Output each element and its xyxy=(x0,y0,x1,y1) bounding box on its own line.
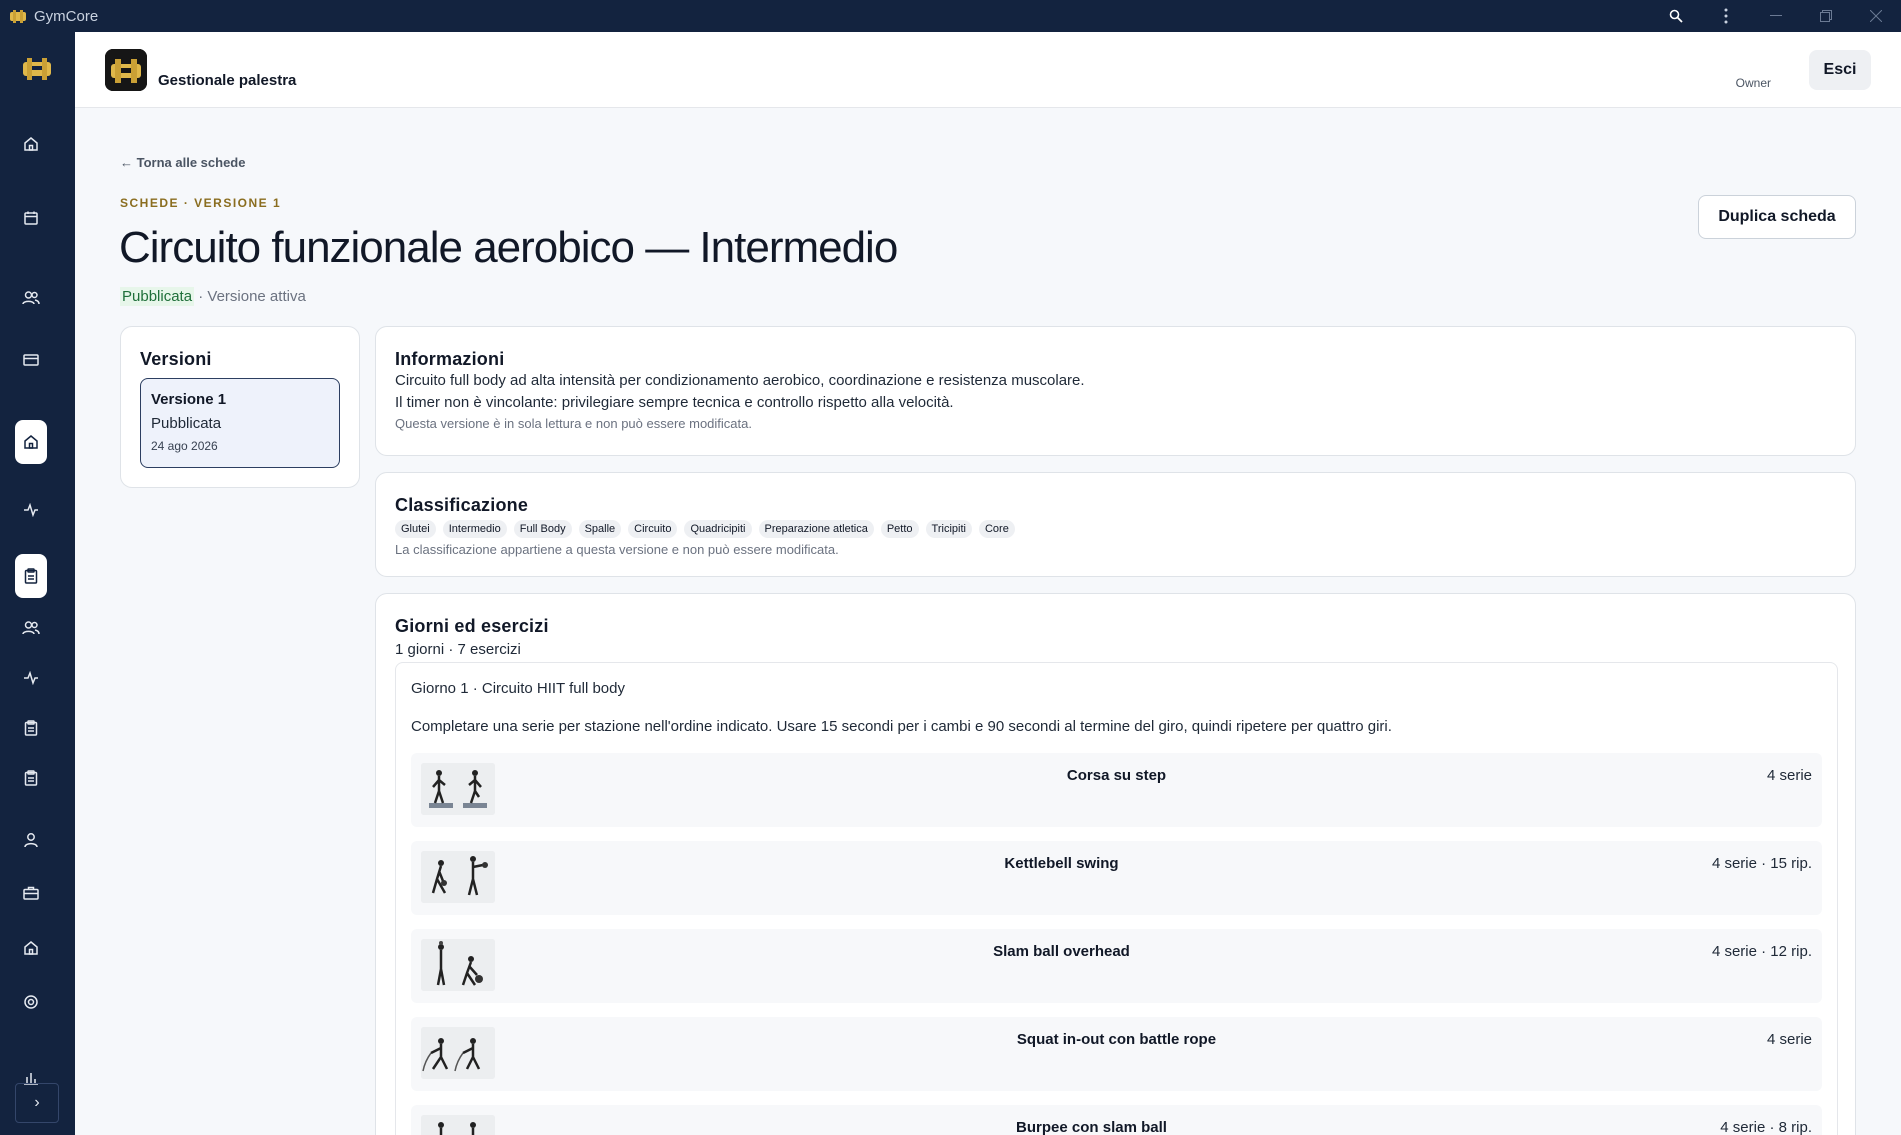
home-icon[interactable] xyxy=(15,420,47,464)
info-line: Circuito full body ad alta intensità per… xyxy=(395,372,1085,389)
settings-icon[interactable] xyxy=(15,986,47,1018)
app-header: Gestionale palestra Owner Esci xyxy=(75,32,1901,108)
users-icon[interactable] xyxy=(15,612,47,644)
days-summary: 1 giorni · 7 esercizi xyxy=(395,641,521,658)
duplicate-schedule-button[interactable]: Duplica scheda xyxy=(1698,195,1856,239)
version-status: Pubblicata xyxy=(151,415,222,432)
tag: Tricipiti xyxy=(925,520,972,538)
users-icon[interactable] xyxy=(15,282,47,314)
close-icon[interactable] xyxy=(1851,0,1901,32)
credit-card-icon[interactable] xyxy=(15,344,47,376)
activity-icon[interactable] xyxy=(15,494,47,526)
tag: Circuito xyxy=(628,520,678,538)
exercise-name: Kettlebell swing xyxy=(1004,855,1119,872)
dumbbell-logo-icon xyxy=(10,10,26,23)
version-title: Versione 1 xyxy=(151,391,227,408)
exercise-name: Burpee con slam ball xyxy=(1016,1119,1167,1135)
sidebar: › xyxy=(0,32,75,1135)
minimize-icon[interactable] xyxy=(1751,0,1801,32)
info-card: Informazioni Circuito full body ad alta … xyxy=(375,326,1856,456)
user-role: Owner xyxy=(1735,76,1771,90)
exercise-name: Slam ball overhead xyxy=(993,943,1130,960)
version-date: 24 ago 2026 xyxy=(151,439,218,453)
tag: Petto xyxy=(880,520,919,538)
status-line: Pubblicata · Versione attiva xyxy=(120,287,306,306)
versions-card: Versioni Versione 1 Pubblicata 24 ago 20… xyxy=(120,326,360,488)
more-vertical-icon[interactable] xyxy=(1701,0,1751,32)
expand-sidebar-button[interactable]: › xyxy=(15,1083,59,1123)
window-title: GymCore xyxy=(34,7,99,25)
clipboard-icon[interactable] xyxy=(15,554,47,598)
classification-heading: Classificazione xyxy=(395,495,529,515)
tag: Glutei xyxy=(395,520,436,538)
exercise-row[interactable]: Burpee con slam ball 4 serie · 8 rip. xyxy=(411,1105,1822,1135)
exercise-meta: 4 serie · 15 rip. xyxy=(1711,855,1812,872)
day-panel: Giorno 1 · Circuito HIIT full body Compl… xyxy=(395,662,1838,1135)
tag: Preparazione atletica xyxy=(758,520,874,538)
exercise-meta: 4 serie · 8 rip. xyxy=(1720,1119,1812,1135)
clipboard-icon[interactable] xyxy=(15,762,47,794)
exercise-row[interactable]: Slam ball overhead 4 serie · 12 rip. xyxy=(411,929,1822,1003)
clipboard-icon[interactable] xyxy=(15,712,47,744)
exercise-row[interactable]: Squat in-out con battle rope 4 serie xyxy=(411,1017,1822,1091)
home-icon[interactable] xyxy=(15,128,47,160)
breadcrumb: SCHEDE · VERSIONE 1 xyxy=(120,196,282,210)
dumbbell-logo-icon xyxy=(105,49,147,91)
restore-icon[interactable] xyxy=(1801,0,1851,32)
status-badge: Pubblicata xyxy=(120,287,195,306)
activity-icon[interactable] xyxy=(15,662,47,694)
tag: Intermedio xyxy=(442,520,507,538)
days-heading: Giorni ed esercizi xyxy=(395,616,549,636)
search-icon[interactable] xyxy=(1651,0,1701,32)
main-content: ← Torna alle schede SCHEDE · VERSIONE 1 … xyxy=(75,108,1901,1135)
exercise-row[interactable]: Corsa su step 4 serie xyxy=(411,753,1822,827)
home-icon[interactable] xyxy=(15,932,47,964)
exercise-meta: 4 serie xyxy=(1766,1031,1812,1048)
calendar-icon[interactable] xyxy=(15,202,47,234)
exercise-name: Squat in-out con battle rope xyxy=(1016,1031,1217,1048)
day-description: Completare una serie per stazione nell'o… xyxy=(411,718,1392,735)
day-title: Giorno 1 · Circuito HIIT full body xyxy=(411,680,625,697)
tag-list: Glutei Intermedio Full Body Spalle Circu… xyxy=(395,520,1836,538)
info-note: Questa versione è in sola lettura e non … xyxy=(395,416,752,431)
classification-card: Classificazione Glutei Intermedio Full B… xyxy=(375,472,1856,577)
gym-logo[interactable] xyxy=(105,49,147,91)
info-line: Il timer non è vincolante: privilegiare … xyxy=(395,394,954,411)
user-icon[interactable] xyxy=(15,824,47,856)
exercise-name: Corsa su step xyxy=(1066,767,1167,784)
status-text: · Versione attiva xyxy=(194,288,306,305)
window-titlebar: GymCore xyxy=(0,0,1901,32)
info-heading: Informazioni xyxy=(395,349,505,369)
classification-note: La classificazione appartiene a questa v… xyxy=(395,542,839,557)
days-card: Giorni ed esercizi 1 giorni · 7 esercizi… xyxy=(375,593,1856,1135)
exercise-meta: 4 serie xyxy=(1766,767,1812,784)
chevron-right-icon: › xyxy=(34,1094,40,1111)
tag: Full Body xyxy=(513,520,572,538)
tag: Spalle xyxy=(578,520,622,538)
briefcase-icon[interactable] xyxy=(15,877,47,909)
page-title: Circuito funzionale aerobico — Intermedi… xyxy=(119,223,898,272)
version-item[interactable]: Versione 1 Pubblicata 24 ago 2026 xyxy=(140,378,340,468)
back-to-schedules-link[interactable]: ← Torna alle schede xyxy=(120,155,245,170)
tag: Quadricipiti xyxy=(684,520,752,538)
exercise-meta: 4 serie · 12 rip. xyxy=(1711,943,1812,960)
tag: Core xyxy=(978,520,1015,538)
exercise-row[interactable]: Kettlebell swing 4 serie · 15 rip. xyxy=(411,841,1822,915)
versions-heading: Versioni xyxy=(140,349,212,369)
brand-name: Gestionale palestra xyxy=(158,72,297,89)
logout-button[interactable]: Esci xyxy=(1809,50,1871,90)
dumbbell-logo-icon[interactable] xyxy=(19,50,55,86)
